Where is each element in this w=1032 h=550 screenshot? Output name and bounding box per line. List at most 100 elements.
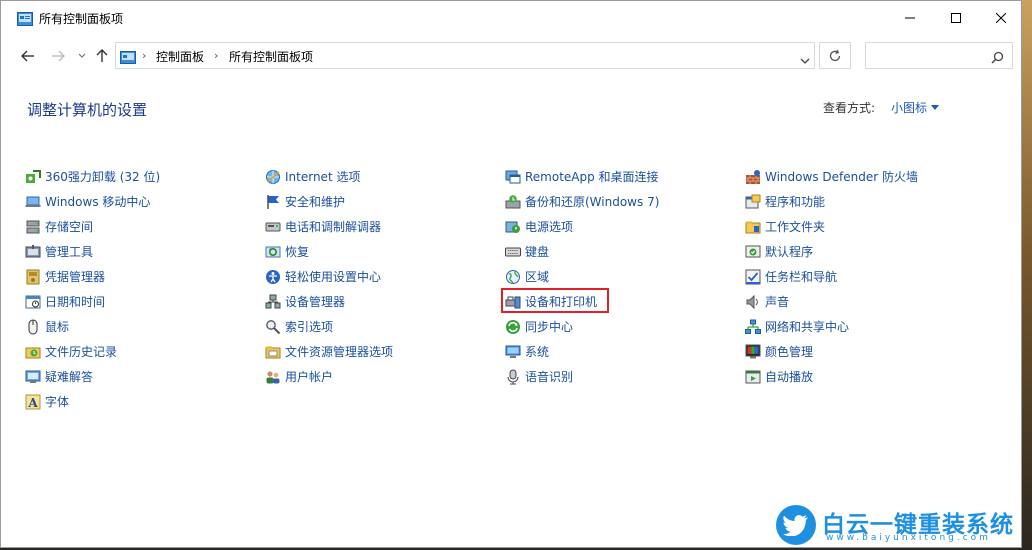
control-panel-item[interactable]: 自动播放 xyxy=(745,364,918,389)
control-panel-item[interactable]: 索引选项 xyxy=(265,314,393,339)
address-dropdown-button[interactable] xyxy=(800,50,810,69)
breadcrumb-all-items[interactable]: 所有控制面板项 xyxy=(229,48,313,65)
control-panel-item-label: 用户帐户 xyxy=(285,370,334,384)
arrow-up-icon xyxy=(96,49,108,62)
chevron-down-icon xyxy=(78,53,86,58)
refresh-icon xyxy=(829,49,841,61)
control-panel-item-label: 轻松使用设置中心 xyxy=(285,270,382,284)
internet-options-icon xyxy=(265,169,281,185)
close-button[interactable] xyxy=(978,1,1024,35)
control-panel-item-label: 存储空间 xyxy=(45,220,94,234)
control-panel-item[interactable]: 安全和维护 xyxy=(265,189,393,214)
control-panel-item[interactable]: 默认程序 xyxy=(745,239,918,264)
control-panel-item[interactable]: RemoteApp 和桌面连接 xyxy=(505,164,659,189)
mouse-icon xyxy=(25,319,41,335)
control-panel-item[interactable]: 语音识别 xyxy=(505,364,659,389)
arrow-right-icon xyxy=(52,50,65,62)
speech-recognition-icon xyxy=(505,369,521,385)
control-panel-item[interactable]: 文件资源管理器选项 xyxy=(265,339,393,364)
credential-manager-icon xyxy=(25,269,41,285)
watermark-url: www.baiyunxitong.com xyxy=(826,533,991,543)
control-panel-item[interactable]: 凭据管理器 xyxy=(25,264,160,289)
control-panel-item[interactable]: 颜色管理 xyxy=(745,339,918,364)
control-panel-item[interactable]: 轻松使用设置中心 xyxy=(265,264,393,289)
default-programs-icon xyxy=(745,244,761,260)
breadcrumb-control-panel[interactable]: 控制面板 xyxy=(156,48,204,65)
address-bar[interactable]: › 控制面板 › 所有控制面板项 xyxy=(115,42,815,69)
device-manager-icon xyxy=(265,294,281,310)
chevron-right-icon[interactable]: › xyxy=(214,49,218,62)
control-panel-item-label: 疑难解答 xyxy=(45,370,94,384)
control-panel-item-label: 网络和共享中心 xyxy=(765,320,850,334)
control-panel-item[interactable]: 360强力卸载 (32 位) xyxy=(25,164,160,189)
control-panel-item-label: 默认程序 xyxy=(765,245,814,259)
chevron-right-icon[interactable]: › xyxy=(142,49,146,62)
date-time-icon xyxy=(25,294,41,310)
control-panel-item[interactable]: 系统 xyxy=(505,339,659,364)
network-sharing-icon xyxy=(745,319,761,335)
control-panel-item-label: 电话和调制解调器 xyxy=(285,220,382,234)
up-button[interactable] xyxy=(91,45,113,67)
search-icon[interactable] xyxy=(991,49,1004,68)
control-panel-item-label: 键盘 xyxy=(525,245,550,259)
forward-button[interactable] xyxy=(47,45,69,67)
maximize-button[interactable] xyxy=(933,1,979,35)
control-panel-item-label: 360强力卸载 (32 位) xyxy=(45,170,161,184)
control-panel-item[interactable]: 电话和调制解调器 xyxy=(265,214,393,239)
control-panel-item[interactable]: 同步中心 xyxy=(505,314,659,339)
control-panel-item[interactable]: A 字体 xyxy=(25,389,160,414)
folder-options-icon xyxy=(265,344,281,360)
control-panel-item[interactable]: 键盘 xyxy=(505,239,659,264)
control-panel-item[interactable]: 工作文件夹 xyxy=(745,214,918,239)
indexing-icon xyxy=(265,319,281,335)
chevron-down-icon xyxy=(800,58,810,64)
control-panel-item[interactable]: 鼠标 xyxy=(25,314,160,339)
control-panel-item[interactable]: Windows Defender 防火墙 xyxy=(745,164,918,189)
items-column-3: RemoteApp 和桌面连接备份和还原(Windows 7) 电源选项键盘区域设… xyxy=(501,164,659,389)
sync-center-icon xyxy=(505,319,521,335)
control-panel-item[interactable]: Windows 移动中心 xyxy=(25,189,160,214)
title-bar[interactable]: 所有控制面板项 xyxy=(1,1,1021,35)
refresh-button[interactable] xyxy=(819,42,851,69)
control-panel-item[interactable]: 任务栏和导航 xyxy=(745,264,918,289)
control-panel-item-label: 语音识别 xyxy=(525,370,574,384)
control-panel-item[interactable]: 日期和时间 xyxy=(25,289,160,314)
control-panel-item[interactable]: 区域 xyxy=(505,264,659,289)
control-panel-item-label: 文件历史记录 xyxy=(45,345,118,359)
control-panel-item[interactable]: 程序和功能 xyxy=(745,189,918,214)
minimize-button[interactable] xyxy=(887,1,933,35)
back-button[interactable] xyxy=(17,45,39,67)
control-panel-item-label: 同步中心 xyxy=(525,320,574,334)
control-panel-item[interactable]: 电源选项 xyxy=(505,214,659,239)
uninstaller-icon xyxy=(25,169,41,185)
control-panel-item[interactable]: 存储空间 xyxy=(25,214,160,239)
region-icon xyxy=(505,269,521,285)
control-panel-item[interactable]: 设备和打印机 xyxy=(501,288,659,314)
control-panel-item-label: 索引选项 xyxy=(285,320,334,334)
control-panel-item[interactable]: 网络和共享中心 xyxy=(745,314,918,339)
control-panel-item[interactable]: 声音 xyxy=(745,289,918,314)
control-panel-item-label: 颜色管理 xyxy=(765,345,814,359)
search-box[interactable] xyxy=(865,42,1013,69)
control-panel-item-label: 设备和打印机 xyxy=(525,295,598,309)
control-panel-window: 所有控制面板项 › 控制面板 › 所有控制面板项 调整计算机的设置 查看方式: … xyxy=(0,0,1022,548)
caret-down-icon xyxy=(931,105,940,110)
control-panel-item[interactable]: 恢复 xyxy=(265,239,393,264)
bird-logo-icon xyxy=(776,505,816,545)
close-icon xyxy=(996,13,1006,23)
control-panel-item[interactable]: 管理工具 xyxy=(25,239,160,264)
control-panel-item[interactable]: 文件历史记录 xyxy=(25,339,160,364)
minimize-icon xyxy=(905,17,915,19)
control-panel-item[interactable]: 疑难解答 xyxy=(25,364,160,389)
control-panel-item[interactable]: 设备管理器 xyxy=(265,289,393,314)
control-panel-item-label: 区域 xyxy=(525,270,550,284)
control-panel-item-label: 备份和还原(Windows 7) xyxy=(525,195,660,209)
user-accounts-icon xyxy=(265,369,281,385)
recent-locations-button[interactable] xyxy=(71,45,93,67)
search-input[interactable] xyxy=(870,46,989,67)
control-panel-item[interactable]: Internet 选项 xyxy=(265,164,393,189)
view-by-dropdown[interactable]: 小图标 xyxy=(891,99,940,116)
keyboard-icon xyxy=(505,244,521,260)
control-panel-item[interactable]: 备份和还原(Windows 7) xyxy=(505,189,659,214)
control-panel-item[interactable]: 用户帐户 xyxy=(265,364,393,389)
